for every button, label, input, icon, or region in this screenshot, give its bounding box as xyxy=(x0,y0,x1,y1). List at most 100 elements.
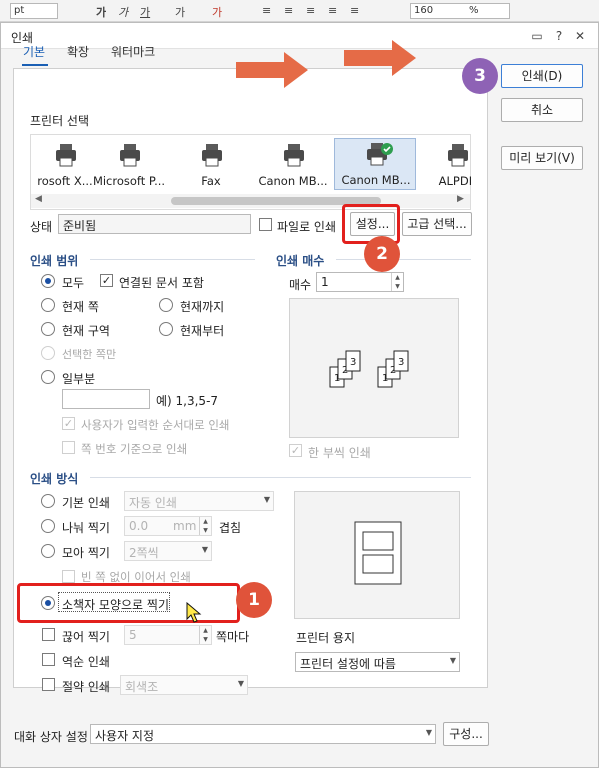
range-selected-pages-radio xyxy=(41,346,55,360)
divider xyxy=(90,259,255,260)
bold-icon[interactable]: 가 xyxy=(96,4,106,20)
chevron-down-icon: ▼ xyxy=(263,495,270,504)
booklet-page-icon xyxy=(354,521,402,585)
align-right-icon[interactable]: ≡ xyxy=(306,4,315,17)
align-justify-icon[interactable]: ≡ xyxy=(328,4,337,17)
paper-label: 프린터 용지 xyxy=(296,631,356,645)
copies-spin-icon[interactable]: ▲ ▼ xyxy=(391,273,403,291)
range-current-page-label: 현재 쪽 xyxy=(62,300,99,314)
tab-watermark[interactable]: 워터마크 xyxy=(111,43,155,60)
cancel-button[interactable]: 취소 xyxy=(501,98,583,122)
printer-item[interactable]: Fax xyxy=(170,140,252,192)
printer-default-icon xyxy=(367,143,393,166)
range-from-current-label: 현재부터 xyxy=(180,324,225,338)
gather-value: 2쪽씩 xyxy=(129,546,159,560)
step-2-badge: 2 xyxy=(364,236,400,272)
status-field: 준비됨 xyxy=(58,214,251,234)
dialog-settings-select[interactable]: 사용자 지정 ▼ xyxy=(90,724,436,744)
underline-icon[interactable]: 가 xyxy=(140,4,150,20)
collate-preview: 1 2 3 1 2 3 xyxy=(289,298,459,438)
close-icon[interactable]: ✕ xyxy=(572,28,588,44)
step-3-badge: 3 xyxy=(462,58,498,94)
tab-basic[interactable]: 기본 xyxy=(23,43,45,60)
printer-item[interactable]: Microsoft P... xyxy=(88,140,170,192)
range-from-current-radio[interactable] xyxy=(159,322,173,336)
align-left-icon[interactable]: ≡ xyxy=(262,4,271,17)
printer-name: Canon MB... xyxy=(258,174,328,188)
printer-item[interactable]: ALPDF xyxy=(416,140,471,192)
method-gather-radio[interactable] xyxy=(41,544,55,558)
print-button[interactable]: 인쇄(D) xyxy=(501,64,583,88)
partial-range-input[interactable] xyxy=(62,389,150,409)
range-to-current-radio[interactable] xyxy=(159,298,173,312)
dialog-title-bar: 인쇄 ▭ ? ✕ xyxy=(1,23,598,49)
printer-list-scrollbar[interactable]: ◀ ▶ xyxy=(31,194,470,208)
copies-stepper[interactable]: 1 ▲ ▼ xyxy=(316,272,404,292)
help-chat-icon[interactable]: ▭ xyxy=(529,28,545,44)
printer-name: ALPDF xyxy=(438,174,471,188)
tab-extended[interactable]: 확장 xyxy=(67,43,89,60)
scroll-right-icon[interactable]: ▶ xyxy=(457,194,464,204)
range-all-radio[interactable] xyxy=(41,274,55,288)
step-3-number: 3 xyxy=(474,66,486,86)
reverse-checkbox[interactable] xyxy=(42,653,55,666)
collate-label: 한 부씩 인쇄 xyxy=(308,446,371,460)
font-size-unit-field[interactable]: pt xyxy=(10,3,58,19)
scroll-left-icon[interactable]: ◀ xyxy=(35,194,42,204)
align-distribute-icon[interactable]: ≡ xyxy=(350,4,359,17)
no-blank-checkbox xyxy=(62,570,75,583)
collate-checkbox: ✓ xyxy=(289,444,302,457)
saving-checkbox[interactable] xyxy=(42,678,55,691)
method-split-radio[interactable] xyxy=(41,519,55,533)
split-unit: mm xyxy=(173,519,197,533)
method-basic-radio[interactable] xyxy=(41,494,55,508)
print-to-file-label: 파일로 인쇄 xyxy=(277,220,337,234)
printer-name: Fax xyxy=(201,174,221,188)
printer-icon xyxy=(120,144,140,167)
help-icon[interactable]: ? xyxy=(551,28,567,44)
print-to-file-checkbox[interactable] xyxy=(259,218,272,231)
page-number-order-checkbox xyxy=(62,441,75,454)
range-partial-label: 일부분 xyxy=(62,372,96,386)
step-2-number: 2 xyxy=(376,244,388,264)
zoom-field[interactable]: 160% xyxy=(410,3,510,19)
status-value: 준비됨 xyxy=(63,219,97,233)
range-all-label: 모두 xyxy=(62,276,85,290)
user-order-checkbox: ✓ xyxy=(62,417,75,430)
strike-icon[interactable]: 가 xyxy=(175,4,185,20)
range-partial-radio[interactable] xyxy=(41,370,55,384)
preview-button-label: 미리 보기(V) xyxy=(509,151,575,165)
printer-item-selected[interactable]: Canon MB... xyxy=(334,138,416,190)
range-current-section-radio[interactable] xyxy=(41,322,55,336)
printer-icon xyxy=(448,144,468,167)
printer-item[interactable]: Canon MB... xyxy=(252,140,334,192)
configure-button-label: 구성... xyxy=(449,727,483,741)
method-split-label: 나눠 찍기 xyxy=(62,521,110,535)
italic-icon[interactable]: 가 xyxy=(118,4,128,20)
copies-value: 1 xyxy=(321,275,329,289)
user-order-label: 사용자가 입력한 순서대로 인쇄 xyxy=(81,418,230,432)
cut-checkbox[interactable] xyxy=(42,628,55,641)
range-to-current-label: 현재까지 xyxy=(180,300,225,314)
font-color-icon[interactable]: 가 xyxy=(212,4,222,20)
print-range-title: 인쇄 범위 xyxy=(30,254,79,268)
preview-button[interactable]: 미리 보기(V) xyxy=(501,146,583,170)
paper-select[interactable]: 프린터 설정에 따름 ▼ xyxy=(295,652,460,672)
arrow-right-icon xyxy=(236,52,308,88)
basic-mode-select: 자동 인쇄 ▼ xyxy=(124,491,274,511)
reverse-label: 역순 인쇄 xyxy=(62,655,110,669)
align-center-icon[interactable]: ≡ xyxy=(284,4,293,17)
include-linked-checkbox[interactable]: ✓ xyxy=(100,274,113,287)
printer-icon xyxy=(202,144,222,167)
cancel-button-label: 취소 xyxy=(530,103,554,117)
method-basic-label: 기본 인쇄 xyxy=(62,496,110,510)
configure-button[interactable]: 구성... xyxy=(443,722,489,746)
gather-select: 2쪽씩 ▼ xyxy=(124,541,212,561)
status-label: 상태 xyxy=(30,220,53,234)
chevron-down-icon: ▼ xyxy=(237,679,244,688)
chevron-down-icon: ▼ xyxy=(449,656,456,665)
range-current-page-radio[interactable] xyxy=(41,298,55,312)
advanced-button[interactable]: 고급 선택... xyxy=(402,212,472,236)
saving-select: 회색조 ▼ xyxy=(120,675,248,695)
collate-pages-icon: 1 2 3 1 2 3 xyxy=(329,350,409,388)
